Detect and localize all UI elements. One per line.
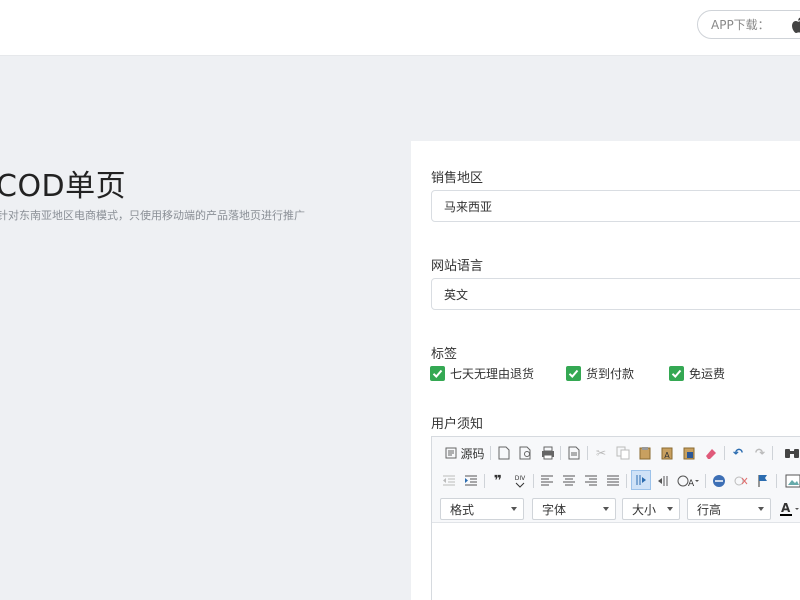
chevron-down-icon bbox=[603, 507, 609, 511]
undo-icon[interactable]: ↶ bbox=[729, 444, 747, 462]
checkbox-checked-icon bbox=[430, 366, 445, 381]
notice-label: 用户须知 bbox=[431, 417, 484, 432]
svg-text:DIV: DIV bbox=[515, 475, 526, 482]
source-icon bbox=[445, 447, 457, 459]
language-label: 网站语言 bbox=[431, 259, 484, 274]
outdent-icon[interactable] bbox=[440, 472, 458, 490]
form-panel: 销售地区 马来西亚 网站语言 英文 标签 七天无理由退货 货到付款 免运费 用户… bbox=[411, 141, 800, 600]
align-right-icon[interactable] bbox=[582, 472, 600, 490]
font-select[interactable]: 字体 bbox=[532, 498, 616, 520]
tag-label: 七天无理由退货 bbox=[450, 367, 535, 381]
image-icon[interactable] bbox=[784, 472, 800, 490]
align-center-icon[interactable] bbox=[560, 472, 578, 490]
checkbox-checked-icon bbox=[566, 366, 581, 381]
region-label: 销售地区 bbox=[431, 171, 484, 186]
editor-toolbar: 源码 ✂ A ↶ ↷ ❞ DIV A 格式 字体 大小 行高 A bbox=[432, 437, 800, 523]
copy-icon[interactable] bbox=[614, 444, 632, 462]
editor-content-area[interactable] bbox=[432, 523, 800, 600]
chevron-down-icon bbox=[667, 507, 673, 511]
tag-checkbox-return[interactable]: 七天无理由退货 bbox=[430, 365, 534, 382]
text-color-icon[interactable]: A bbox=[780, 500, 800, 518]
svg-text:A: A bbox=[664, 451, 670, 460]
paste-text-icon[interactable]: A bbox=[658, 444, 676, 462]
preview-icon[interactable] bbox=[517, 444, 535, 462]
cut-icon[interactable]: ✂ bbox=[592, 444, 610, 462]
top-bar: APP下载： bbox=[0, 0, 800, 56]
find-icon[interactable] bbox=[783, 444, 800, 462]
rich-text-editor[interactable]: 源码 ✂ A ↶ ↷ ❞ DIV A 格式 字体 大小 行高 A bbox=[431, 436, 800, 600]
tag-label: 货到付款 bbox=[586, 367, 635, 381]
svg-text:A: A bbox=[781, 501, 791, 515]
apple-icon bbox=[792, 17, 800, 33]
chevron-down-icon bbox=[758, 507, 764, 511]
indent-icon[interactable] bbox=[462, 472, 480, 490]
page-subtitle: 针对东南亚地区电商模式，只使用移动端的产品落地页进行推广 bbox=[0, 209, 305, 222]
size-select-value: 大小 bbox=[632, 502, 657, 517]
text-direction-rtl-icon[interactable] bbox=[654, 472, 672, 490]
line-height-select-value: 行高 bbox=[697, 502, 722, 517]
page-title: COD单页 bbox=[0, 169, 127, 204]
tag-label: 免运费 bbox=[689, 367, 726, 381]
tag-checkbox-free-shipping[interactable]: 免运费 bbox=[669, 365, 725, 382]
redo-icon[interactable]: ↷ bbox=[751, 444, 769, 462]
line-height-select[interactable]: 行高 bbox=[687, 498, 771, 520]
app-download-button[interactable]: APP下载： bbox=[697, 10, 800, 39]
size-select[interactable]: 大小 bbox=[622, 498, 680, 520]
paste-icon[interactable] bbox=[636, 444, 654, 462]
anchor-icon[interactable] bbox=[754, 472, 772, 490]
app-download-label: APP下载： bbox=[711, 18, 770, 32]
link-icon[interactable] bbox=[710, 472, 728, 490]
unlink-icon[interactable] bbox=[732, 472, 750, 490]
format-select[interactable]: 格式 bbox=[440, 498, 524, 520]
template-icon[interactable] bbox=[565, 444, 583, 462]
paste-word-icon[interactable] bbox=[680, 444, 698, 462]
source-button[interactable]: 源码 bbox=[442, 444, 488, 462]
blockquote-icon[interactable]: ❞ bbox=[489, 472, 507, 490]
language-icon[interactable]: A bbox=[676, 472, 700, 490]
checkbox-checked-icon bbox=[669, 366, 684, 381]
source-label: 源码 bbox=[460, 446, 485, 461]
remove-format-icon[interactable] bbox=[702, 444, 720, 462]
language-select[interactable]: 英文 bbox=[431, 278, 800, 310]
new-page-icon[interactable] bbox=[495, 444, 513, 462]
tags-label: 标签 bbox=[431, 347, 458, 362]
print-icon[interactable] bbox=[539, 444, 557, 462]
align-left-icon[interactable] bbox=[538, 472, 556, 490]
justify-icon[interactable] bbox=[604, 472, 622, 490]
region-select[interactable]: 马来西亚 bbox=[431, 190, 800, 222]
format-select-value: 格式 bbox=[450, 502, 475, 517]
tag-checkbox-cod[interactable]: 货到付款 bbox=[566, 365, 634, 382]
text-direction-ltr-icon[interactable] bbox=[631, 470, 651, 490]
div-container-icon[interactable]: DIV bbox=[511, 472, 529, 490]
font-select-value: 字体 bbox=[542, 502, 567, 517]
svg-text:A: A bbox=[688, 479, 695, 488]
chevron-down-icon bbox=[511, 507, 517, 511]
